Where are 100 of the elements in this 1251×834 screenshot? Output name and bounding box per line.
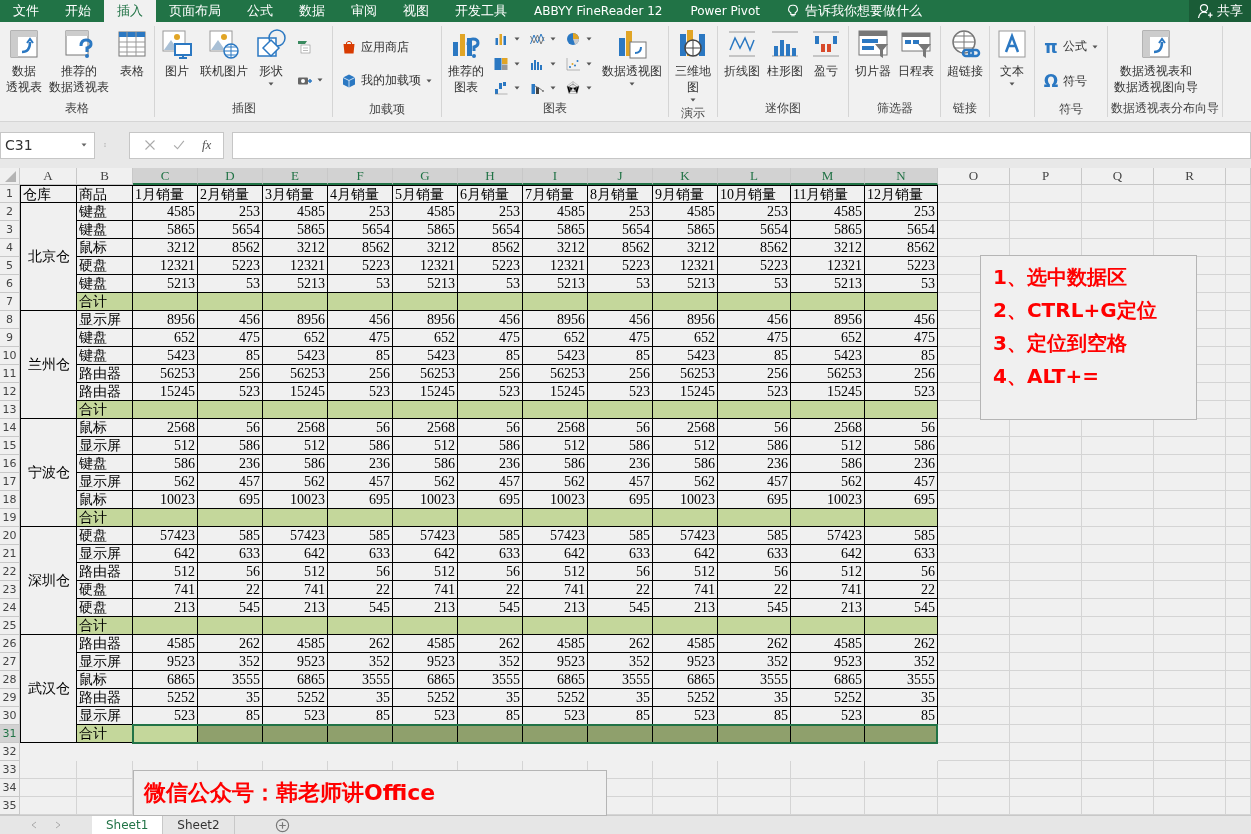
ribbon-tab[interactable]: Power Pivot — [676, 0, 774, 22]
row-header[interactable]: 10 — [0, 347, 20, 365]
ribbon-button[interactable]: 数据 透视表 — [3, 26, 45, 101]
row-header[interactable]: 1 — [0, 185, 20, 203]
ribbon-button[interactable]: 切片器 — [852, 26, 894, 101]
row-header[interactable]: 5 — [0, 257, 20, 275]
ribbon-button[interactable]: 文本 — [993, 26, 1031, 101]
ribbon-button[interactable]: Ω 符号 — [1041, 69, 1101, 94]
ribbon-button[interactable]: 图片 — [158, 26, 196, 101]
column-header[interactable]: L — [718, 168, 791, 185]
ribbon-tab[interactable]: 页面布局 — [156, 0, 234, 22]
sheet-tab[interactable]: Sheet2 — [163, 816, 235, 834]
row-header[interactable]: 7 — [0, 293, 20, 311]
row-header[interactable]: 35 — [0, 797, 20, 815]
add-sheet-icon[interactable] — [274, 817, 290, 833]
check-icon[interactable] — [172, 139, 186, 151]
row-header[interactable]: 30 — [0, 707, 20, 725]
ribbon-tab[interactable]: 视图 — [390, 0, 442, 22]
ribbon-button[interactable]: π 公式 — [1041, 34, 1101, 59]
row-header[interactable]: 18 — [0, 491, 20, 509]
row-header[interactable]: 21 — [0, 545, 20, 563]
row-header[interactable]: 22 — [0, 563, 20, 581]
row-header[interactable]: 34 — [0, 779, 20, 797]
name-box[interactable]: C31 — [0, 131, 95, 159]
ribbon-tab[interactable]: 开发工具 — [442, 0, 520, 22]
column-header[interactable]: P — [1010, 168, 1082, 185]
row-header[interactable]: 19 — [0, 509, 20, 527]
row-header[interactable]: 3 — [0, 221, 20, 239]
column-header[interactable]: H — [458, 168, 523, 185]
ribbon-button[interactable]: 三维地 图 — [672, 26, 714, 106]
share-button[interactable]: 共享 — [1189, 0, 1251, 22]
column-header[interactable]: O — [938, 168, 1010, 185]
ribbon-button[interactable]: 柱形图 — [764, 26, 806, 101]
ribbon-button[interactable]: 超链接 — [944, 26, 986, 101]
column-header[interactable]: R — [1154, 168, 1226, 185]
table-cell: 35 — [458, 689, 523, 707]
column-header[interactable]: B — [77, 168, 133, 185]
column-header[interactable]: J — [588, 168, 653, 185]
ribbon-button[interactable]: 推荐的 图表 — [445, 26, 487, 101]
row-header[interactable]: 33 — [0, 761, 20, 779]
row-header[interactable]: 2 — [0, 203, 20, 221]
row-header[interactable]: 20 — [0, 527, 20, 545]
row-header[interactable]: 14 — [0, 419, 20, 437]
ribbon-button[interactable]: 折线图 — [721, 26, 763, 101]
ribbon-button[interactable]: 应用商店 — [339, 36, 435, 58]
ribbon-button[interactable]: 表格 — [113, 26, 151, 101]
row-header[interactable]: 4 — [0, 239, 20, 257]
ribbon-tab[interactable]: 文件 — [0, 0, 52, 22]
row-header[interactable]: 15 — [0, 437, 20, 455]
row-header[interactable]: 27 — [0, 653, 20, 671]
row-header[interactable]: 6 — [0, 275, 20, 293]
row-header[interactable]: 25 — [0, 617, 20, 635]
column-header[interactable]: F — [328, 168, 393, 185]
row-header[interactable]: 32 — [0, 743, 20, 761]
row-header[interactable]: 26 — [0, 635, 20, 653]
column-header[interactable]: E — [263, 168, 328, 185]
row-header[interactable]: 16 — [0, 455, 20, 473]
column-header[interactable]: I — [523, 168, 588, 185]
ribbon-button[interactable]: 日程表 — [895, 26, 937, 101]
close-icon[interactable] — [144, 139, 156, 151]
ribbon-button[interactable]: 推荐的 数据透视表 — [46, 26, 112, 101]
ribbon-button[interactable]: 盈亏 — [807, 26, 845, 101]
column-header[interactable]: K — [653, 168, 718, 185]
sheet-tab[interactable]: Sheet1 — [92, 816, 164, 834]
row-header[interactable]: 28 — [0, 671, 20, 689]
ribbon-tab[interactable]: 插入 — [104, 0, 156, 22]
row-header[interactable]: 24 — [0, 599, 20, 617]
pivot-wizard-icon — [1140, 28, 1172, 60]
tell-me-search[interactable]: 告诉我你想要做什么 — [804, 2, 922, 20]
row-header[interactable]: 23 — [0, 581, 20, 599]
column-header[interactable]: C — [133, 168, 198, 185]
column-header[interactable]: D — [198, 168, 263, 185]
column-header[interactable]: Q — [1082, 168, 1154, 185]
column-header[interactable]: A — [20, 168, 77, 185]
row-header[interactable]: 17 — [0, 473, 20, 491]
ribbon-button[interactable]: 形状 — [252, 26, 290, 101]
row-header[interactable]: 11 — [0, 365, 20, 383]
ribbon-tab[interactable]: 公式 — [234, 0, 286, 22]
ribbon-tab[interactable]: 开始 — [52, 0, 104, 22]
ribbon-tab[interactable]: 数据 — [286, 0, 338, 22]
column-header[interactable]: N — [865, 168, 938, 185]
row-header[interactable]: 31 — [0, 725, 20, 743]
row-header[interactable]: 12 — [0, 383, 20, 401]
ribbon-tab[interactable]: 审阅 — [338, 0, 390, 22]
ribbon-tab[interactable]: ABBYY FineReader 12 — [520, 0, 677, 22]
row-header[interactable]: 29 — [0, 689, 20, 707]
row-header[interactable]: 9 — [0, 329, 20, 347]
table-cell: 6865 — [791, 671, 865, 689]
ribbon-button[interactable]: 联机图片 — [197, 26, 251, 101]
row-header[interactable]: 8 — [0, 311, 20, 329]
insert-function-button[interactable]: fx — [202, 137, 212, 153]
instruction-step: 2、CTRL+G定位 — [993, 297, 1157, 324]
column-header[interactable]: M — [791, 168, 865, 185]
column-header[interactable]: G — [393, 168, 458, 185]
row-header[interactable]: 13 — [0, 401, 20, 419]
formula-input[interactable] — [232, 131, 1251, 159]
empty-cell — [1226, 257, 1251, 275]
ribbon-button[interactable]: 我的加载项 — [339, 70, 435, 92]
ribbon-button[interactable]: 数据透视图 — [599, 26, 665, 101]
ribbon-button[interactable]: 数据透视表和 数据透视图向导 — [1111, 26, 1201, 101]
